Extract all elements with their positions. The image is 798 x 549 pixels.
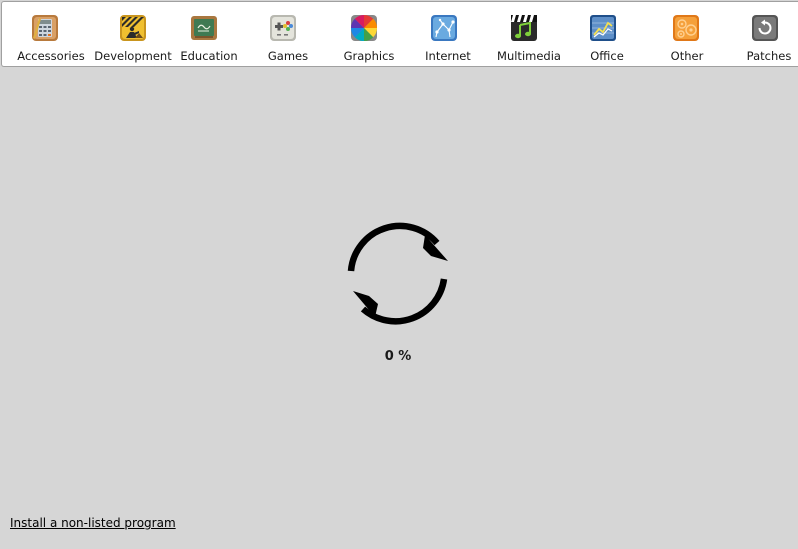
games-icon (267, 12, 299, 44)
category-multimedia[interactable]: Multimedia (496, 2, 562, 66)
category-graphics[interactable]: Graphics (338, 2, 400, 66)
category-accessories[interactable]: Accessories (16, 2, 86, 66)
multimedia-icon (508, 12, 540, 44)
category-other[interactable]: Other (662, 2, 712, 66)
category-education[interactable]: Education (178, 2, 240, 66)
app-window: Accessories Development Education Games … (0, 0, 798, 549)
refresh-icon (345, 221, 455, 331)
category-label: Education (180, 49, 238, 63)
graphics-icon (348, 12, 380, 44)
category-label: Development (94, 49, 172, 63)
category-patches[interactable]: Patches (742, 2, 796, 66)
education-icon (188, 12, 220, 44)
progress-percentage: 0 % (384, 349, 412, 364)
category-label: Other (670, 49, 704, 63)
install-non-listed-program-link[interactable]: Install a non-listed program (10, 516, 176, 530)
category-bar: Accessories Development Education Games … (1, 1, 798, 67)
category-label: Multimedia (497, 49, 561, 63)
category-label: Office (590, 49, 624, 63)
category-label: Accessories (17, 49, 85, 63)
category-office[interactable]: Office (582, 2, 632, 66)
category-label: Patches (746, 49, 792, 63)
category-games[interactable]: Games (258, 2, 318, 66)
internet-icon (428, 12, 460, 44)
development-icon (117, 12, 149, 44)
accessories-icon (29, 12, 61, 44)
office-icon (587, 12, 619, 44)
category-label: Graphics (343, 49, 395, 63)
other-icon (670, 12, 702, 44)
category-label: Internet (425, 49, 471, 63)
patches-icon (749, 12, 781, 44)
category-development[interactable]: Development (92, 2, 174, 66)
category-label: Games (267, 49, 309, 63)
category-internet[interactable]: Internet (420, 2, 476, 66)
